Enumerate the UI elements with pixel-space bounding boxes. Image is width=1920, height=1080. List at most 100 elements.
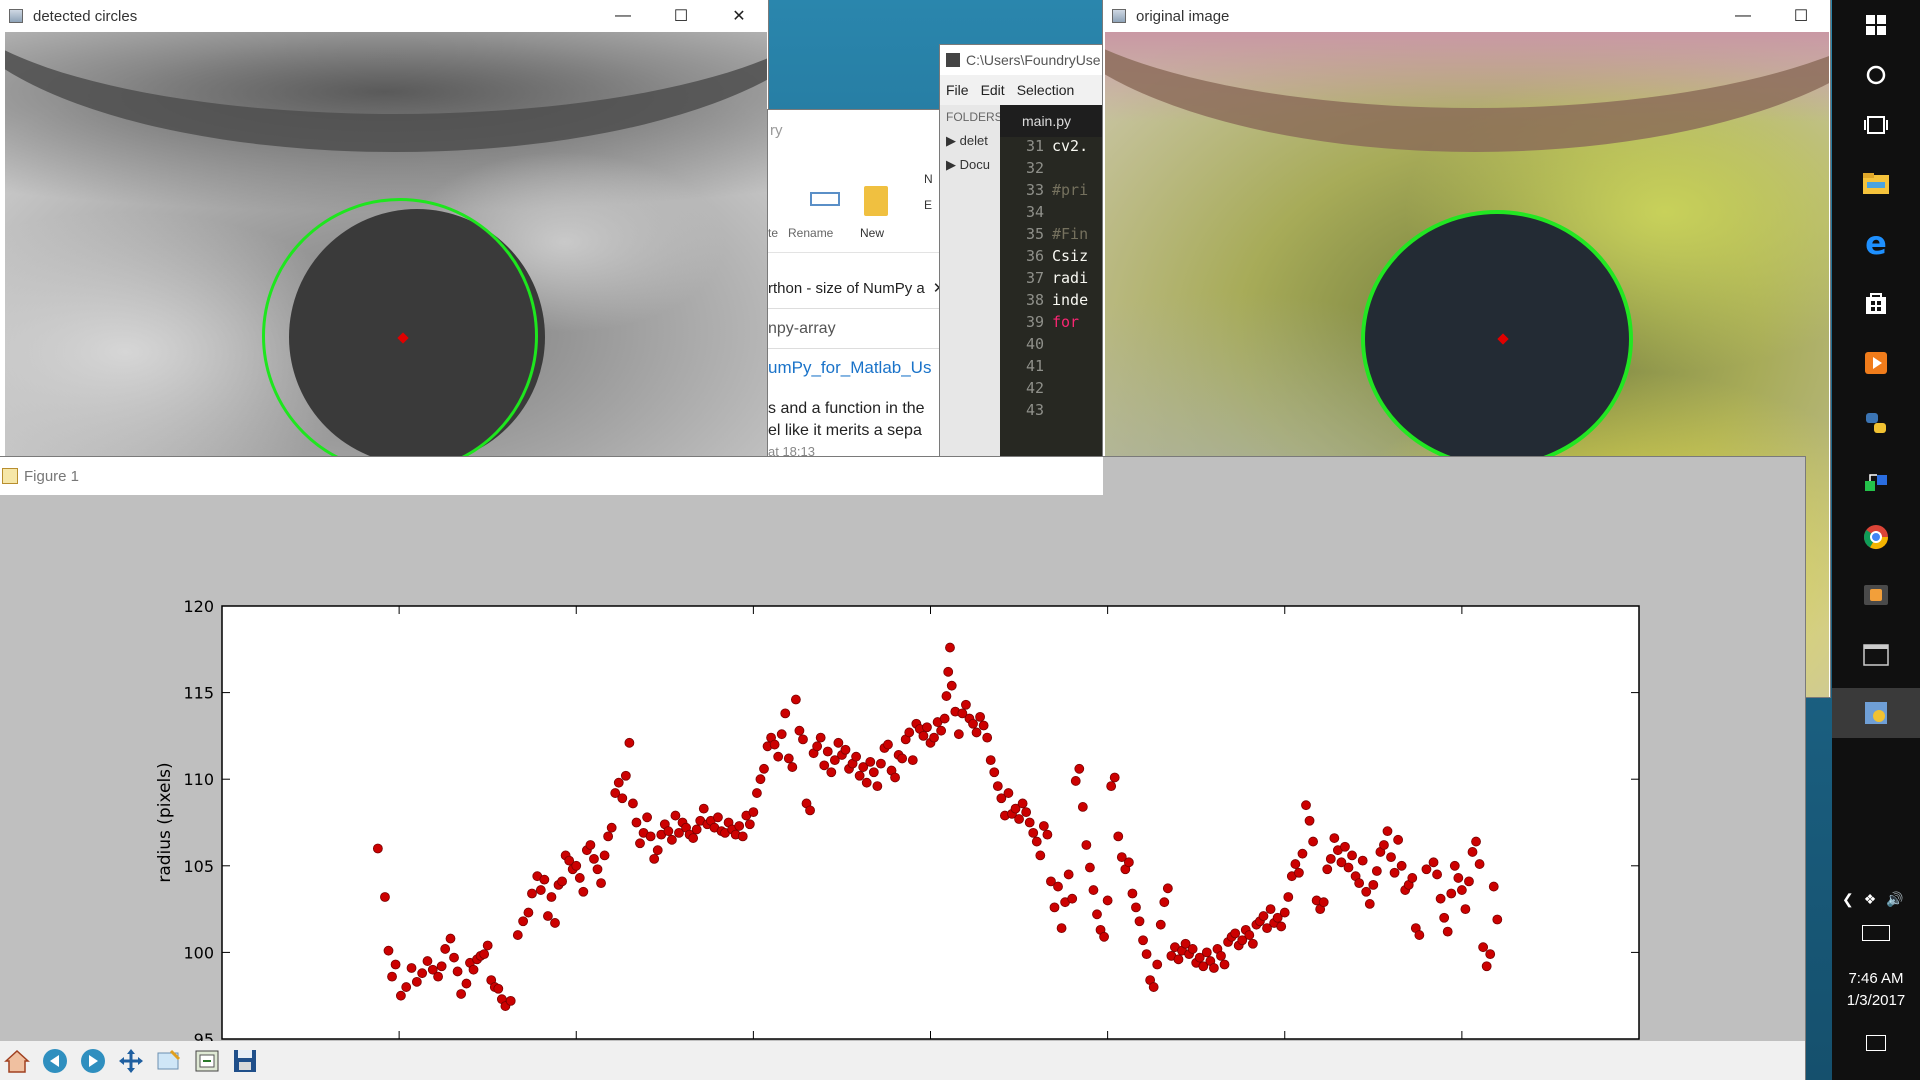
minimize-button[interactable]: — [594, 0, 652, 32]
data-point [939, 713, 950, 724]
code-text: cv2. [1052, 137, 1089, 155]
network-app-taskbar-button[interactable] [1832, 458, 1920, 508]
tab-close-icon[interactable]: ✕ [933, 279, 940, 297]
data-point [417, 968, 428, 979]
data-point [571, 860, 582, 871]
data-point [620, 770, 631, 781]
start-button[interactable] [1832, 0, 1920, 50]
data-point [1113, 831, 1124, 842]
python-figure-taskbar-button[interactable] [1832, 688, 1920, 738]
chevron-left-icon[interactable]: ❮ [1842, 891, 1854, 908]
zoom-button[interactable] [154, 1046, 184, 1076]
home-button[interactable] [2, 1046, 32, 1076]
data-point [833, 737, 844, 748]
speaker-icon[interactable]: 🔊 [1886, 891, 1903, 908]
chrome-taskbar-button[interactable] [1832, 512, 1920, 562]
close-button[interactable]: ✕ [710, 0, 768, 32]
data-point [482, 940, 493, 951]
keyboard-icon[interactable] [1862, 925, 1890, 941]
data-point [1279, 907, 1290, 918]
sidebar-folder[interactable]: ▶ Docu [940, 153, 1000, 177]
data-point [1318, 897, 1329, 908]
chrome-icon [1864, 525, 1888, 550]
clock-date: 1/3/2017 [1846, 992, 1906, 1009]
store-taskbar-button[interactable] [1832, 278, 1920, 328]
sublime-taskbar-button[interactable] [1832, 570, 1920, 620]
ribbon-label-te[interactable]: te [768, 226, 778, 240]
configure-subplots-button[interactable] [192, 1046, 222, 1076]
sidebar-folder[interactable]: ▶ delet [940, 129, 1000, 153]
data-point [1088, 885, 1099, 895]
data-point [523, 907, 534, 918]
media-player-taskbar-button[interactable] [1832, 338, 1920, 388]
editor-tab-main-py[interactable]: main.py [1000, 105, 1105, 137]
original-image-titlebar[interactable]: original image — ☐ [1103, 0, 1830, 32]
browser-top-text: ry [770, 122, 783, 139]
dropbox-icon[interactable]: ❖ [1864, 891, 1877, 908]
figure-title: Figure 1 [24, 467, 80, 485]
detected-circles-titlebar[interactable]: detected circles — ☐ ✕ [0, 0, 768, 32]
data-point [1297, 848, 1308, 859]
terminal-icon [1863, 644, 1889, 666]
page-link[interactable]: umPy_for_Matlab_Us [768, 358, 931, 378]
data-point [1038, 821, 1049, 831]
data-point [737, 831, 748, 842]
editor-menu-item[interactable]: Selection [1017, 82, 1075, 98]
data-point [865, 756, 876, 767]
ribbon-label-n[interactable]: N [924, 172, 933, 186]
data-point [822, 746, 833, 757]
data-point [1131, 902, 1141, 913]
data-point [1464, 876, 1474, 887]
data-point [539, 874, 550, 885]
minimize-button[interactable]: — [1714, 0, 1772, 32]
data-point [1216, 950, 1226, 961]
maximize-button[interactable]: ☐ [1772, 0, 1830, 32]
editor-titlebar[interactable]: C:\Users\FoundryUse [940, 45, 1105, 75]
detected-circles-window: detected circles — ☐ ✕ [0, 0, 768, 457]
data-point [1063, 869, 1074, 880]
browser-tab[interactable]: rthon - size of NumPy a ✕ [768, 268, 940, 309]
action-center-icon[interactable] [1866, 1035, 1886, 1051]
data-point [1155, 919, 1166, 930]
system-clock[interactable]: 7:46 AM 1/3/2017 [1832, 968, 1920, 1012]
editor-menu-item[interactable]: Edit [981, 82, 1005, 98]
edge-taskbar-button[interactable]: e [1832, 218, 1920, 268]
data-point [635, 838, 645, 849]
data-point [589, 853, 599, 864]
address-bar[interactable]: npy-array [768, 310, 940, 349]
save-button[interactable] [230, 1046, 260, 1076]
file-explorer-taskbar-button[interactable] [1832, 158, 1920, 208]
search-cortana-button[interactable] [1832, 50, 1920, 100]
data-point [1123, 857, 1134, 868]
code-text: inde [1052, 291, 1089, 309]
ribbon-new-button[interactable]: New [860, 226, 884, 240]
console-taskbar-button[interactable] [1832, 630, 1920, 680]
data-point [663, 826, 674, 837]
forward-button[interactable] [78, 1046, 108, 1076]
code-text: Csiz [1052, 247, 1089, 265]
data-point [1021, 807, 1032, 818]
ribbon-label-e[interactable]: E [924, 198, 932, 212]
data-point [851, 751, 862, 762]
editor-menu-item[interactable]: File [946, 82, 969, 98]
line-number: 40 [1025, 335, 1044, 353]
data-point [1106, 781, 1117, 792]
data-point [456, 989, 467, 999]
figure-titlebar[interactable]: Figure 1 [0, 457, 1103, 495]
code-area[interactable]: 31 cv2. 32 33 #pri 34 35 #Fin 36 Csiz 37 radi 38 inde… [1000, 137, 1105, 457]
sidebar-header: FOLDERS [946, 110, 1003, 124]
pan-button[interactable] [116, 1046, 146, 1076]
data-point [819, 760, 830, 771]
data-point [1460, 904, 1471, 915]
data-point [1481, 961, 1492, 972]
network-icon [1865, 474, 1887, 491]
data-point [744, 819, 755, 830]
data-point [1003, 788, 1014, 798]
back-button[interactable] [40, 1046, 70, 1076]
ribbon-rename-button[interactable]: Rename [788, 226, 833, 240]
python-taskbar-button[interactable] [1832, 398, 1920, 448]
data-point [1053, 881, 1063, 892]
maximize-button[interactable]: ☐ [652, 0, 710, 32]
task-view-button[interactable] [1832, 100, 1920, 150]
data-point [1407, 873, 1418, 883]
